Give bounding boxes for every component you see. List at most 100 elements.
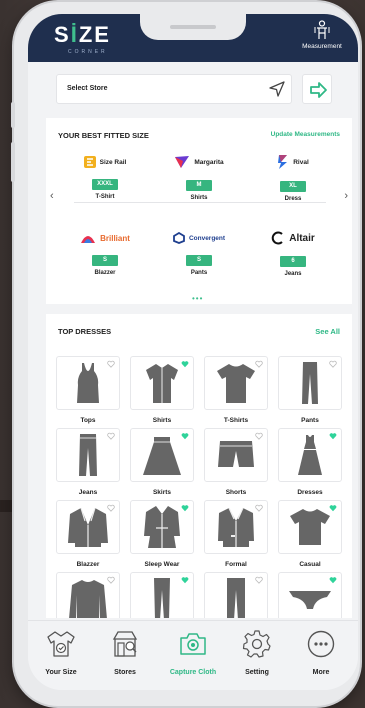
- category-label: Dress: [284, 196, 302, 202]
- heart-outline-icon[interactable]: [107, 360, 115, 368]
- camera-icon: [180, 633, 206, 655]
- category-label: T-Shirt: [95, 194, 115, 200]
- heart-outline-icon[interactable]: [255, 360, 263, 368]
- logo-subtitle: CORNER: [68, 49, 108, 55]
- category-tile-formal[interactable]: Formal: [204, 500, 268, 572]
- brand-card-rival[interactable]: Rival XL Dress: [248, 154, 338, 202]
- measurement-label: Measurement: [302, 43, 342, 50]
- heart-outline-icon[interactable]: [255, 576, 263, 584]
- category-tile-blazzer[interactable]: Blazzer: [56, 500, 120, 572]
- brand-card-convergent[interactable]: Convergent S Pants: [154, 230, 244, 276]
- app-screen: SİZE CORNER Measurement Select Store YOU…: [28, 14, 358, 690]
- heart-outline-icon[interactable]: [107, 576, 115, 584]
- category-tile-pants[interactable]: Pants: [278, 356, 342, 428]
- tshirt-icon: [217, 364, 255, 403]
- blazer-icon: [68, 507, 108, 547]
- category-label: Jeans: [284, 271, 302, 277]
- bottom-navigation: Your Size Stores Capture Cloth Setting M…: [28, 620, 358, 690]
- store-icon: [112, 631, 138, 657]
- gear-icon: [242, 630, 271, 658]
- best-fit-title: YOUR BEST FITTED SIZE: [58, 131, 149, 140]
- shorts-icon: [218, 441, 254, 467]
- nav-item-more[interactable]: More: [290, 629, 352, 676]
- underwear-icon: [289, 591, 331, 609]
- skirt-icon: [143, 437, 181, 475]
- category-label: Blazzer: [94, 270, 116, 276]
- side-button: [11, 142, 15, 182]
- heart-filled-icon[interactable]: [181, 360, 189, 368]
- best-fit-card: YOUR BEST FITTED SIZE Update Measurement…: [46, 118, 352, 304]
- top-dresses-title: TOP DRESSES: [58, 327, 112, 336]
- store-go-button[interactable]: [302, 74, 332, 104]
- category-tile-jeans[interactable]: Jeans: [56, 428, 120, 500]
- convergent-logo-icon: [173, 232, 185, 244]
- trousers-icon: [227, 578, 245, 618]
- category-tile-skirts[interactable]: Skirts: [130, 428, 194, 500]
- tank-top-icon: [77, 363, 99, 403]
- measurement-button[interactable]: Measurement: [292, 20, 352, 50]
- see-all-link[interactable]: See All: [315, 327, 340, 336]
- nav-item-setting[interactable]: Setting: [226, 629, 288, 676]
- carousel-prev-icon[interactable]: ‹: [50, 190, 54, 202]
- category-tile-sweater[interactable]: [56, 572, 120, 618]
- size-rail-logo-icon: [83, 156, 96, 168]
- category-tile-shorts[interactable]: Shorts: [204, 428, 268, 500]
- altair-logo-icon: [271, 231, 283, 245]
- brand-card-margarita[interactable]: Margarita M Shirts: [154, 154, 244, 201]
- heart-filled-icon[interactable]: [181, 504, 189, 512]
- size-badge: M: [186, 180, 212, 191]
- category-tile-underwear[interactable]: [278, 572, 342, 618]
- top-dresses-card: TOP DRESSES See All Tops Shirts T-Shirts…: [46, 314, 352, 618]
- category-tile-leggings[interactable]: [130, 572, 194, 618]
- phone-notch: [140, 14, 246, 40]
- arrow-right-icon: [310, 82, 327, 98]
- heart-filled-icon[interactable]: [329, 576, 337, 584]
- body-size-icon: [47, 631, 75, 657]
- carousel-next-icon[interactable]: ›: [344, 190, 348, 202]
- heart-outline-icon[interactable]: [329, 360, 337, 368]
- margarita-logo-icon: [175, 156, 190, 168]
- nav-item-stores[interactable]: Stores: [94, 629, 156, 676]
- heart-filled-icon[interactable]: [329, 432, 337, 440]
- robe-icon: [144, 506, 180, 548]
- more-icon: [307, 630, 335, 658]
- app-logo[interactable]: SİZE: [54, 22, 111, 48]
- brand-card-altair[interactable]: Altair 6 Jeans: [248, 230, 338, 277]
- size-badge: XXXL: [92, 179, 118, 190]
- size-badge: 6: [280, 256, 306, 267]
- heart-filled-icon[interactable]: [181, 432, 189, 440]
- update-measurements-link[interactable]: Update Measurements: [271, 131, 340, 138]
- brand-card-size-rail[interactable]: Size Rail XXXL T-Shirt: [60, 154, 150, 200]
- category-tile-tops[interactable]: Tops: [56, 356, 120, 428]
- heart-outline-icon[interactable]: [255, 432, 263, 440]
- category-label: Pants: [190, 270, 208, 276]
- select-store-field[interactable]: Select Store: [56, 74, 292, 104]
- nav-item-your-size[interactable]: Your Size: [30, 629, 92, 676]
- location-arrow-icon[interactable]: [266, 78, 288, 100]
- suit-icon: [218, 507, 254, 547]
- category-tile-tshirts[interactable]: T-Shirts: [204, 356, 268, 428]
- heart-outline-icon[interactable]: [255, 504, 263, 512]
- heart-outline-icon[interactable]: [107, 504, 115, 512]
- side-button: [11, 102, 15, 128]
- category-tile-casual[interactable]: Casual: [278, 500, 342, 572]
- category-tile-dresses[interactable]: Dresses: [278, 428, 342, 500]
- category-tile-trousers[interactable]: [204, 572, 268, 618]
- heart-filled-icon[interactable]: [329, 504, 337, 512]
- size-badge: XL: [280, 181, 306, 192]
- brilliant-logo-icon: [81, 236, 96, 243]
- casual-tee-icon: [290, 509, 330, 545]
- category-tile-shirts[interactable]: Shirts: [130, 356, 194, 428]
- carousel-pager[interactable]: •••: [192, 294, 203, 303]
- sweater-icon: [69, 580, 107, 618]
- brand-card-brilliant[interactable]: Brilliant S Blazzer: [60, 230, 150, 276]
- size-badge: S: [92, 255, 118, 266]
- leggings-icon: [154, 578, 170, 618]
- category-tile-sleep-wear[interactable]: Sleep Wear: [130, 500, 194, 572]
- heart-outline-icon[interactable]: [107, 432, 115, 440]
- heart-filled-icon[interactable]: [181, 576, 189, 584]
- nav-item-capture-cloth[interactable]: Capture Cloth: [162, 629, 224, 676]
- jeans-icon: [79, 434, 97, 476]
- shirt-icon: [146, 364, 178, 403]
- store-selector-row: Select Store: [56, 74, 332, 104]
